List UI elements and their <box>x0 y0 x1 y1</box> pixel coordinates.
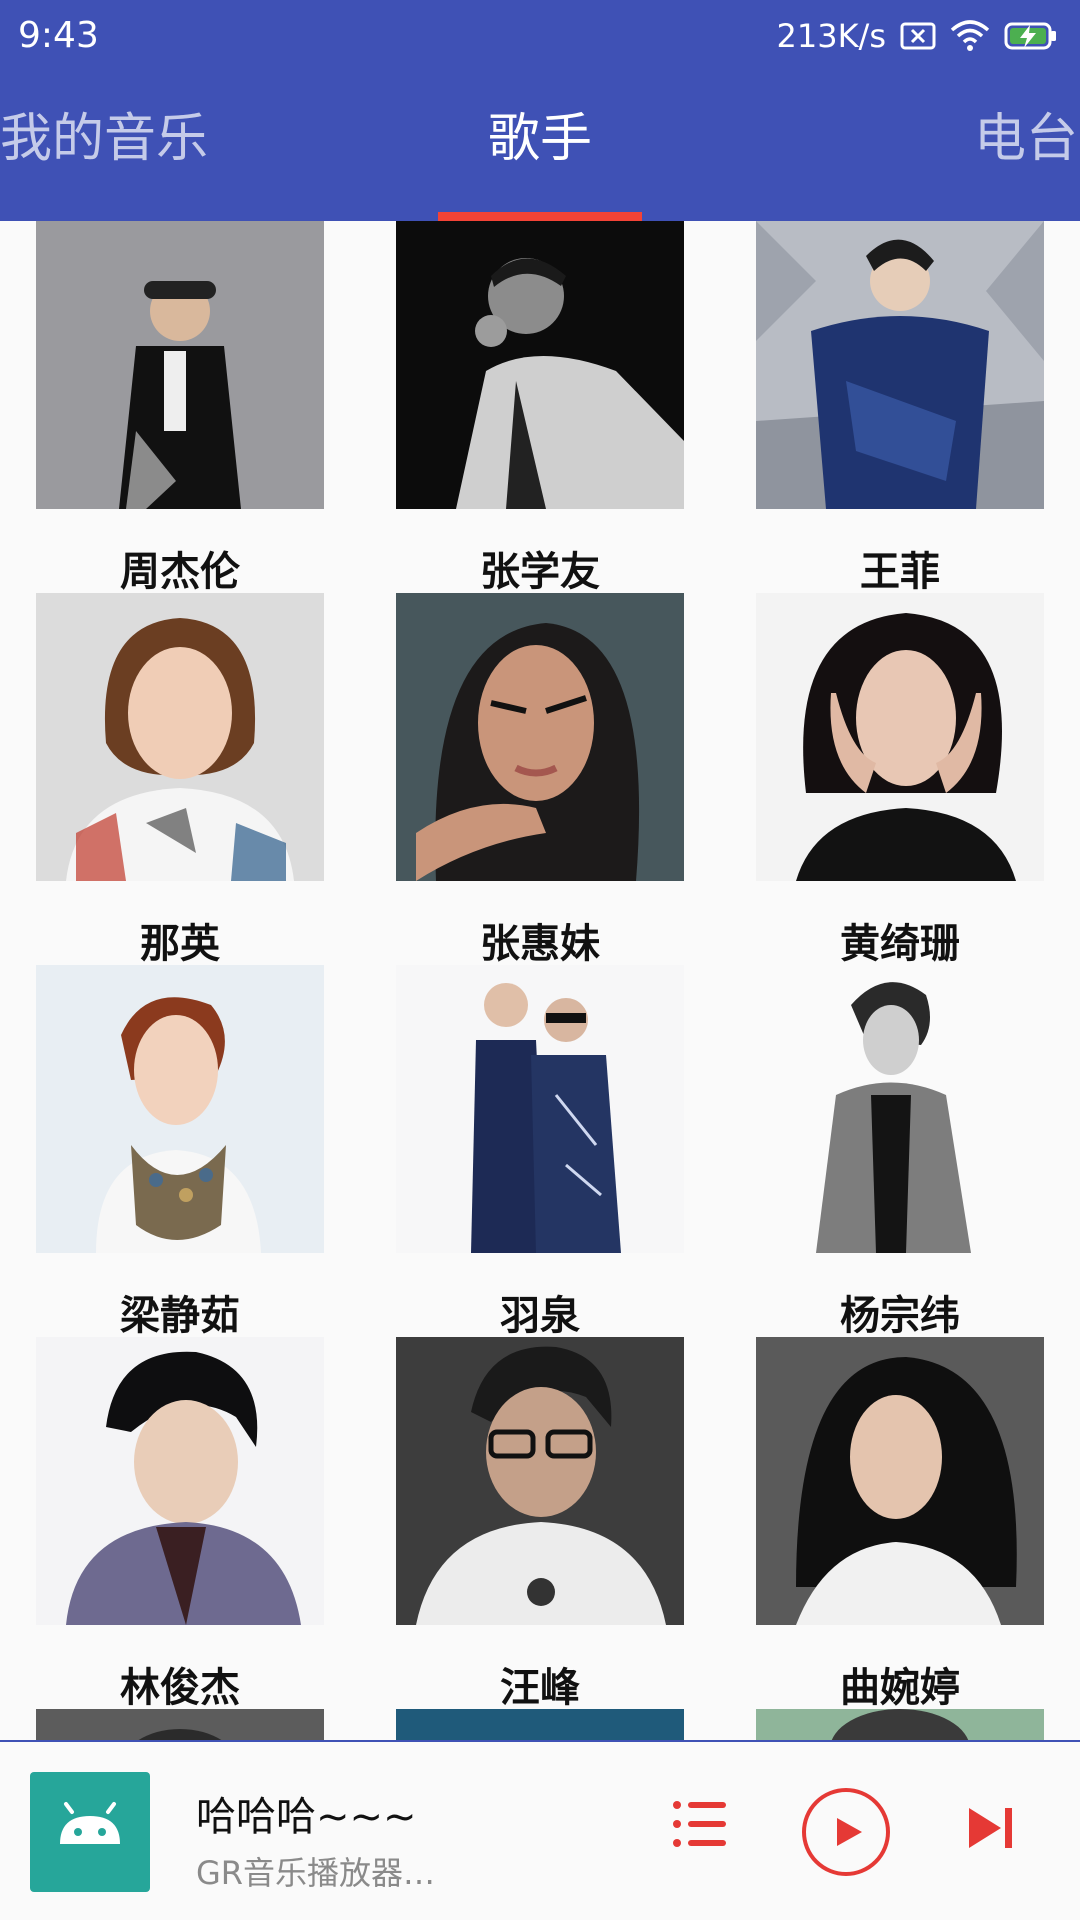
singer-photo[interactable] <box>756 221 1044 509</box>
no-sim-icon <box>900 22 936 50</box>
singer-photo[interactable] <box>396 965 684 1253</box>
playlist-icon[interactable] <box>670 1794 730 1854</box>
tab-bar: 我的音乐 歌手 电台 <box>0 96 1080 180</box>
singer-photo[interactable] <box>36 1337 324 1625</box>
app-header: 9:43 213K/s 我的音乐 歌手 电台 <box>0 0 1080 221</box>
battery-charging-icon <box>1004 21 1058 51</box>
singer-name: 曲婉婷 <box>840 1665 960 1711</box>
singer-name: 张惠妹 <box>480 921 600 967</box>
status-bar: 9:43 213K/s <box>0 0 1080 72</box>
song-subtitle: GR音乐播放器… <box>196 1854 436 1892</box>
singer-photo[interactable] <box>756 965 1044 1253</box>
singer-name: 杨宗纬 <box>840 1293 960 1339</box>
singer-photo[interactable] <box>36 965 324 1253</box>
singer-photo[interactable] <box>36 1709 324 1740</box>
singer-photo[interactable] <box>36 221 324 509</box>
singer-name: 那英 <box>140 921 220 967</box>
tab-my-music[interactable]: 我的音乐 <box>0 96 208 171</box>
singer-grid[interactable]: 周杰伦 张学友 王菲 那英 张惠妹 黄绮珊 梁静茹 羽泉 杨宗纬 林俊杰 汪峰 … <box>0 221 1080 1740</box>
singer-photo[interactable] <box>756 1709 1044 1740</box>
android-app-icon[interactable] <box>30 1772 150 1892</box>
singer-name: 梁静茹 <box>120 1293 240 1339</box>
tab-radio[interactable]: 电台 <box>974 96 1078 171</box>
tab-indicator <box>438 212 642 221</box>
song-title: 哈哈哈~~~ <box>196 1794 417 1840</box>
singer-photo[interactable] <box>396 1709 684 1740</box>
play-icon[interactable] <box>800 1786 892 1878</box>
skip-next-icon[interactable] <box>965 1802 1017 1854</box>
singer-photo[interactable] <box>396 1337 684 1625</box>
singer-name: 汪峰 <box>500 1665 580 1711</box>
mini-player[interactable]: 哈哈哈~~~ GR音乐播放器… <box>0 1740 1080 1920</box>
singer-photo[interactable] <box>36 593 324 881</box>
singer-name: 王菲 <box>860 549 940 595</box>
singer-name: 林俊杰 <box>120 1665 240 1711</box>
singer-photo[interactable] <box>756 593 1044 881</box>
singer-name: 黄绮珊 <box>840 921 960 967</box>
singer-name: 周杰伦 <box>120 549 240 595</box>
wifi-icon <box>950 20 990 52</box>
network-speed: 213K/s <box>776 17 886 55</box>
status-time: 9:43 <box>18 15 99 56</box>
singer-name: 羽泉 <box>500 1293 580 1339</box>
singer-photo[interactable] <box>396 221 684 509</box>
singer-photo[interactable] <box>396 593 684 881</box>
tab-singers[interactable]: 歌手 <box>488 96 592 171</box>
singer-photo[interactable] <box>756 1337 1044 1625</box>
singer-name: 张学友 <box>480 549 600 595</box>
status-icons: 213K/s <box>776 14 1058 58</box>
